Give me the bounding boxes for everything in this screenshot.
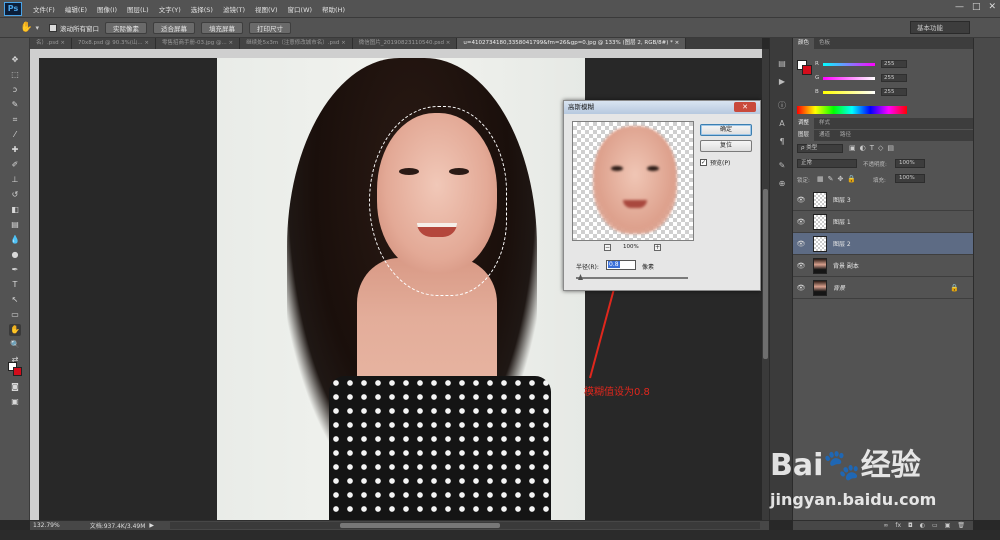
paragraph-panel-icon[interactable]: ¶ xyxy=(776,136,788,148)
visibility-eye-icon[interactable]: 👁 xyxy=(793,218,809,226)
layer-thumbnail xyxy=(813,279,827,296)
tab-paths[interactable]: 路径 xyxy=(835,130,856,141)
status-doc-info: 文档:937.4K/3.49M xyxy=(89,523,146,530)
status-menu-arrow-icon[interactable]: ▶ xyxy=(149,522,154,529)
fill-input[interactable]: 100% xyxy=(895,174,925,183)
blend-mode-select[interactable]: 正常 xyxy=(797,159,857,168)
opacity-input[interactable]: 100% xyxy=(895,159,925,168)
link-layers-icon[interactable]: ∞ xyxy=(883,522,888,529)
layers-panel-tabs: 图层 通道 路径 xyxy=(793,130,973,141)
baidu-jingyan-watermark-url: jingyan.baidu.com xyxy=(770,490,937,509)
gaussian-blur-dialog: 高斯模糊 ✕ − 100% + 确定 复位 ✓ 预览(P) 半径(R): 0.8… xyxy=(563,100,761,291)
fill-label: 填充: xyxy=(873,178,886,184)
layers-bottom-bar: ∞ fx ◘ ◐ ▭ ▣ 🗑 xyxy=(793,520,973,530)
right-edge-strip xyxy=(973,38,1000,520)
dialog-title: 高斯模糊 ✕ xyxy=(564,101,760,114)
zoom-out-button[interactable]: − xyxy=(604,244,611,251)
clone-source-panel-icon[interactable]: ⊕ xyxy=(776,178,788,190)
preview-checkbox[interactable]: ✓ xyxy=(700,159,707,166)
layer-name: 图层 1 xyxy=(833,219,851,226)
color-slider-b[interactable]: B 255 xyxy=(815,88,907,96)
reset-button[interactable]: 复位 xyxy=(700,140,752,152)
add-mask-icon[interactable]: ◘ xyxy=(908,522,913,529)
layer-filter-icons[interactable]: ▣◐T◇▤ xyxy=(849,144,898,152)
new-layer-icon[interactable]: ▣ xyxy=(945,522,951,529)
layer-row[interactable]: 👁 背景 副本 xyxy=(793,255,973,277)
tab-layers[interactable]: 图层 xyxy=(793,130,815,141)
preview-face-image xyxy=(593,126,677,234)
tab-adjustments[interactable]: 调整 xyxy=(793,118,815,129)
info-panel-icon[interactable]: ⓘ xyxy=(776,100,788,112)
dialog-title-text: 高斯模糊 xyxy=(568,103,594,111)
visibility-eye-icon[interactable]: 👁 xyxy=(793,196,809,204)
layer-name: 背景 xyxy=(833,285,846,292)
layer-thumbnail xyxy=(813,235,827,252)
color-slider-r[interactable]: R 255 xyxy=(815,60,907,68)
annotation-text: 模糊值设为0.8 xyxy=(584,387,650,398)
character-panel-icon[interactable]: A xyxy=(776,118,788,130)
preview-label: 预览(P) xyxy=(710,160,731,167)
layer-kind-filter[interactable]: ρ 类型 xyxy=(797,144,843,153)
tab-swatches[interactable]: 色板 xyxy=(814,38,835,49)
ok-button[interactable]: 确定 xyxy=(700,124,752,136)
tab-styles[interactable]: 样式 xyxy=(814,118,835,129)
layer-name: 图层 3 xyxy=(833,197,851,204)
layer-row-selected[interactable]: 👁 图层 2 xyxy=(793,233,973,255)
radius-slider[interactable] xyxy=(576,277,688,279)
layer-row[interactable]: 👁 图层 1 xyxy=(793,211,973,233)
color-slider-g[interactable]: G 255 xyxy=(815,74,907,82)
visibility-eye-icon[interactable]: 👁 xyxy=(793,262,809,270)
layer-name: 背景 副本 xyxy=(833,263,859,270)
history-panel-icon[interactable]: ▤ xyxy=(776,58,788,70)
vertical-scrollbar[interactable] xyxy=(762,49,769,520)
layer-style-icon[interactable]: fx xyxy=(895,522,901,529)
radius-value: 0.8 xyxy=(608,261,620,268)
zoom-in-button[interactable]: + xyxy=(654,244,661,251)
delete-layer-icon[interactable]: 🗑 xyxy=(957,522,965,529)
lock-label: 锁定: xyxy=(797,178,810,184)
lock-icon: 🔒 xyxy=(950,283,959,292)
radius-input[interactable]: 0.8 xyxy=(606,260,636,270)
lock-icons[interactable]: ▦✎✥🔒 xyxy=(817,175,860,183)
panel-background-swatch[interactable] xyxy=(802,65,812,75)
tab-channels[interactable]: 通道 xyxy=(814,130,835,141)
opacity-label: 不透明度: xyxy=(863,162,887,168)
group-icon[interactable]: ▭ xyxy=(932,522,938,529)
layer-row[interactable]: 👁 图层 3 xyxy=(793,189,973,211)
visibility-eye-icon[interactable]: 👁 xyxy=(793,284,809,292)
preview-zoom-value: 100% xyxy=(623,244,639,250)
dialog-close-button[interactable]: ✕ xyxy=(734,102,756,112)
horizontal-scrollbar-thumb[interactable] xyxy=(340,523,500,528)
tab-color[interactable]: 颜色 xyxy=(793,38,815,49)
layer-thumbnail xyxy=(813,191,827,208)
actions-panel-icon[interactable]: ▶ xyxy=(776,76,788,88)
color-panel-tabs: 颜色 色板 xyxy=(793,38,973,49)
layer-name: 图层 2 xyxy=(833,241,851,248)
layer-row[interactable]: 👁 背景 🔒 xyxy=(793,277,973,299)
adjust-panel-tabs: 调整 样式 xyxy=(793,118,973,129)
filter-preview[interactable] xyxy=(572,121,694,241)
vertical-scrollbar-thumb[interactable] xyxy=(763,189,768,359)
brush-panel-icon[interactable]: ✎ xyxy=(776,160,788,172)
layer-thumbnail xyxy=(813,213,827,230)
baidu-jingyan-watermark-logo: Bai🐾经验 xyxy=(770,448,921,483)
horizontal-scrollbar[interactable] xyxy=(170,522,760,529)
adjustment-layer-icon[interactable]: ◐ xyxy=(920,522,925,529)
layer-thumbnail xyxy=(813,257,827,274)
taskbar-strip xyxy=(0,530,1000,540)
visibility-eye-icon[interactable]: 👁 xyxy=(793,240,809,248)
color-spectrum-ramp[interactable] xyxy=(797,106,907,114)
status-bar: 132.79% 文档:937.4K/3.49M ▶ xyxy=(30,520,769,530)
radius-label: 半径(R): xyxy=(576,264,599,271)
radius-unit: 像素 xyxy=(642,264,655,271)
status-zoom[interactable]: 132.79% xyxy=(33,522,60,529)
